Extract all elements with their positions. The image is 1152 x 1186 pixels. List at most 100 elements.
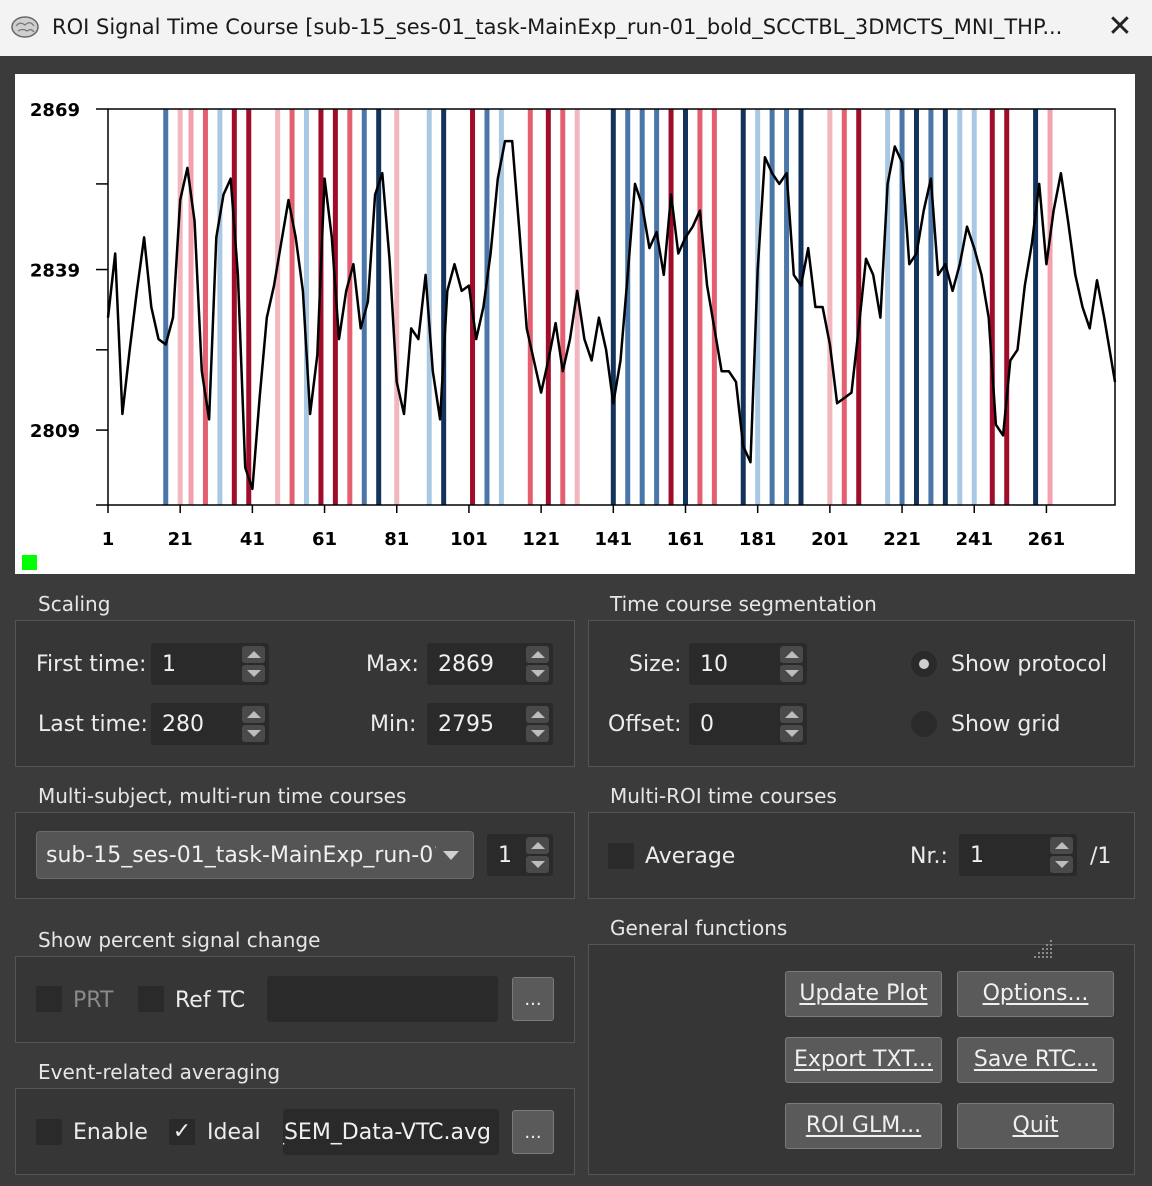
- first-time-value: 1: [162, 652, 176, 677]
- protocol-bar: [913, 109, 919, 505]
- ideal-checkbox[interactable]: ✓: [169, 1119, 195, 1145]
- spin-up-icon[interactable]: [780, 706, 803, 723]
- show-protocol-radio[interactable]: [911, 651, 937, 677]
- protocol-bar: [231, 109, 237, 505]
- ref-tc-file-field[interactable]: [267, 976, 498, 1022]
- multi-roi-group-label: Multi-ROI time courses: [610, 784, 837, 808]
- roi-glm-button[interactable]: ROI GLM...: [785, 1103, 942, 1149]
- protocol-bar: [610, 109, 616, 505]
- protocol-bar: [275, 109, 281, 505]
- segmentation-panel: [588, 620, 1135, 767]
- last-time-value: 280: [162, 712, 204, 737]
- last-time-spinbox[interactable]: 280: [151, 703, 269, 745]
- run-select[interactable]: sub-15_ses-01_task-MainExp_run-01_bold: [36, 831, 474, 879]
- protocol-bar: [202, 109, 208, 505]
- protocol-bar: [639, 109, 645, 505]
- quit-button[interactable]: Quit: [957, 1103, 1114, 1149]
- resize-grip-icon[interactable]: [1030, 938, 1056, 960]
- enable-checkbox[interactable]: [36, 1119, 62, 1145]
- spin-down-icon[interactable]: [242, 725, 265, 742]
- min-value: 2795: [438, 712, 494, 737]
- spin-down-icon[interactable]: [242, 665, 265, 682]
- ref-tc-browse-button[interactable]: ...: [512, 977, 554, 1021]
- last-time-label: Last time:: [38, 712, 148, 737]
- protocol-bar: [682, 109, 688, 505]
- status-indicator: [22, 555, 37, 570]
- x-tick-label: 161: [667, 529, 705, 550]
- export-txt-button[interactable]: Export TXT...: [785, 1037, 942, 1083]
- x-tick-label: 261: [1028, 529, 1066, 550]
- protocol-bar: [376, 109, 382, 505]
- first-time-label: First time:: [36, 652, 147, 677]
- ref-tc-checkbox[interactable]: [138, 986, 164, 1012]
- average-label: Average: [645, 844, 736, 869]
- protocol-bar: [711, 109, 717, 505]
- title-bar: ROI Signal Time Course [sub-15_ses-01_ta…: [0, 0, 1152, 56]
- protocol-bar: [928, 109, 934, 505]
- ref-tc-label: Ref TC: [175, 988, 246, 1013]
- protocol-bar: [188, 109, 194, 505]
- window-title: ROI Signal Time Course [sub-15_ses-01_ta…: [52, 15, 1063, 39]
- segmentation-group-label: Time course segmentation: [610, 592, 877, 616]
- spin-up-icon[interactable]: [526, 646, 549, 663]
- x-tick-label: 21: [168, 529, 193, 550]
- roi-nr-spinbox[interactable]: 1: [959, 834, 1077, 876]
- protocol-bar: [798, 109, 804, 505]
- size-spinbox[interactable]: 10: [689, 643, 807, 685]
- min-spinbox[interactable]: 2795: [427, 703, 553, 745]
- time-course-chart: 2869283928091 21 41 61 81 101 121 141 161 181 201 2…: [30, 100, 1117, 550]
- show-grid-label: Show grid: [951, 712, 1061, 737]
- protocol-bar: [394, 109, 400, 505]
- psc-group-label: Show percent signal change: [38, 928, 321, 952]
- first-time-spinbox[interactable]: 1: [151, 643, 269, 685]
- spin-up-icon[interactable]: [1050, 837, 1073, 854]
- save-rtc-button[interactable]: Save RTC...: [957, 1037, 1114, 1083]
- time-course-plot[interactable]: 2869 2839 2809 1 21 41 61 81 101 121 141 161 181 201 2…: [15, 74, 1135, 574]
- show-grid-radio[interactable]: [911, 711, 937, 737]
- spin-down-icon[interactable]: [526, 725, 549, 742]
- average-checkbox[interactable]: [608, 843, 634, 869]
- x-tick-label: 1: [102, 529, 115, 550]
- roi-nr-value: 1: [970, 843, 984, 868]
- offset-spinbox[interactable]: 0: [689, 703, 807, 745]
- protocol-bar: [560, 109, 566, 505]
- protocol-bar: [1033, 109, 1039, 505]
- nr-label: Nr.:: [910, 844, 948, 869]
- chevron-down-icon: [443, 851, 459, 860]
- protocol-bar: [246, 109, 252, 505]
- spin-down-icon[interactable]: [780, 725, 803, 742]
- options-button[interactable]: Options...: [957, 971, 1114, 1017]
- max-spinbox[interactable]: 2869: [427, 643, 553, 685]
- prt-checkbox[interactable]: [36, 986, 62, 1012]
- avg-file-browse-button[interactable]: ...: [512, 1110, 554, 1154]
- spin-down-icon[interactable]: [526, 856, 549, 873]
- spin-up-icon[interactable]: [242, 646, 265, 663]
- spin-down-icon[interactable]: [780, 665, 803, 682]
- scaling-group-label: Scaling: [38, 592, 111, 616]
- protocol-bar: [347, 109, 353, 505]
- enable-label: Enable: [73, 1120, 148, 1145]
- spin-up-icon[interactable]: [526, 837, 549, 854]
- avg-file-field[interactable]: sub-15_ses-01_task-MainExp_SEM_Data-VTC.…: [283, 1109, 499, 1155]
- protocol-bar: [527, 109, 533, 505]
- x-tick-label: 221: [883, 529, 921, 550]
- protocol-bar: [654, 109, 660, 505]
- spin-up-icon[interactable]: [242, 706, 265, 723]
- y-tick-label: 2839: [30, 261, 80, 282]
- spin-down-icon[interactable]: [526, 665, 549, 682]
- update-plot-button[interactable]: Update Plot: [785, 971, 942, 1017]
- protocol-bar: [697, 109, 703, 505]
- protocol-bar: [217, 109, 223, 505]
- spin-up-icon[interactable]: [526, 706, 549, 723]
- protocol-bar: [163, 109, 169, 505]
- spin-down-icon[interactable]: [1050, 856, 1073, 873]
- run-index-spinbox[interactable]: 1: [487, 834, 553, 876]
- protocol-bar: [827, 109, 833, 505]
- spin-up-icon[interactable]: [780, 646, 803, 663]
- close-icon[interactable]: ✕: [1100, 8, 1140, 48]
- x-tick-label: 241: [955, 529, 993, 550]
- show-protocol-label: Show protocol: [951, 652, 1108, 677]
- x-tick-label: 141: [595, 529, 633, 550]
- y-tick-label: 2809: [30, 421, 80, 442]
- max-value: 2869: [438, 652, 494, 677]
